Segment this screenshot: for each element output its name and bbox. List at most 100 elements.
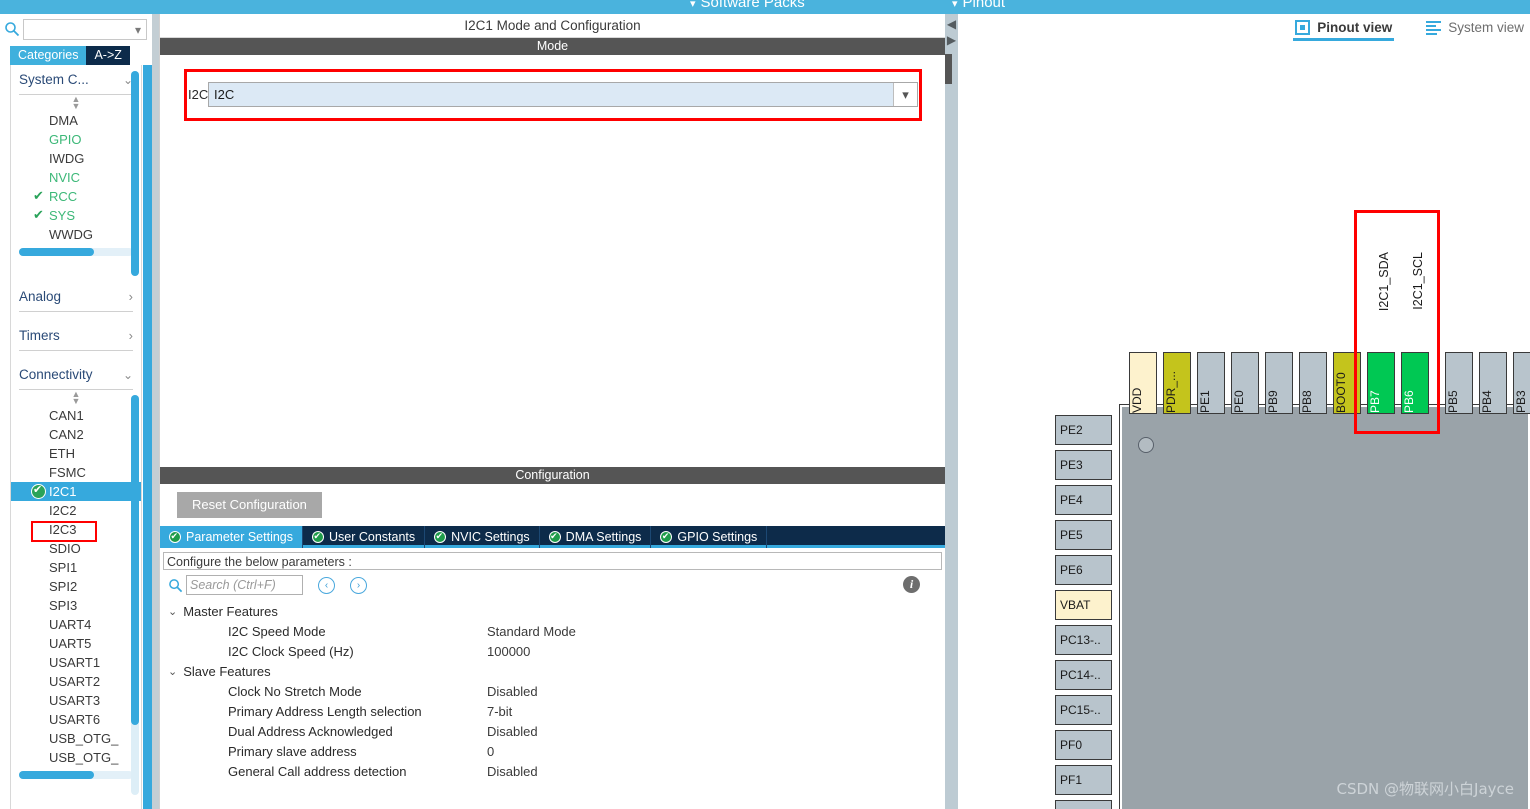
sidebar-item-i2c3-label: I2C3 (49, 522, 77, 537)
pin-pc15[interactable]: PC15-.. (1055, 695, 1112, 725)
sidebar-item-i2c1[interactable]: I2C1 (11, 482, 141, 501)
scroll-thumb[interactable] (131, 395, 139, 725)
sidebar-item-spi1[interactable]: SPI1 (11, 558, 141, 577)
pin-pb3[interactable]: PB3 (1513, 352, 1530, 414)
sidebar-vscrollbar-system-core[interactable] (131, 71, 139, 276)
sidebar-group-system-core[interactable]: System C... ⌄ (19, 65, 133, 95)
pin-pb4[interactable]: PB4 (1479, 352, 1507, 414)
param-row[interactable]: I2C Speed Mode Standard Mode (160, 622, 945, 642)
pin-pe4[interactable]: PE4 (1055, 485, 1112, 515)
pin-pe3[interactable]: PE3 (1055, 450, 1112, 480)
sidebar-item-usart3[interactable]: USART3 (11, 691, 141, 710)
tab-gpio-settings[interactable]: GPIO Settings (651, 526, 768, 548)
parameter-search-input[interactable]: Search (Ctrl+F) (186, 575, 303, 595)
param-group-master-features[interactable]: ⌄ Master Features (160, 602, 945, 622)
sidebar-group-connectivity-label: Connectivity (19, 367, 93, 382)
sidebar-group-analog-label: Analog (19, 289, 62, 304)
sidebar-group-analog[interactable]: Analog › (19, 282, 133, 312)
splitter-expand-right-icon[interactable]: ▶ (946, 32, 957, 48)
scroll-thumb[interactable] (19, 248, 95, 256)
param-row[interactable]: I2C Clock Speed (Hz) 100000 (160, 642, 945, 662)
search-next-button[interactable]: › (350, 576, 367, 594)
param-value: Disabled (487, 684, 538, 699)
pin-pb6[interactable]: PB6 (1401, 352, 1429, 414)
sidebar-tab-a-to-z[interactable]: A->Z (86, 46, 130, 65)
sidebar-tab-categories[interactable]: Categories (10, 46, 87, 65)
reset-configuration-button[interactable]: Reset Configuration (177, 492, 322, 518)
sidebar-item-nvic[interactable]: NVIC (11, 168, 141, 187)
sidebar-scroll-spinner[interactable]: ▲ ▼ (11, 95, 141, 111)
pin-pf1[interactable]: PF1 (1055, 765, 1112, 795)
i2c-mode-dropdown[interactable]: I2C ▾ (208, 82, 918, 107)
sidebar-group-connectivity[interactable]: Connectivity ⌄ (19, 360, 133, 390)
sidebar-item-wwdg[interactable]: WWDG (11, 225, 141, 244)
sidebar-item-usart6[interactable]: USART6 (11, 710, 141, 729)
pin-pdr[interactable]: PDR_... (1163, 352, 1191, 414)
menu-pinout[interactable]: ▾ Pinout (952, 0, 1005, 11)
pin-pe1[interactable]: PE1 (1197, 352, 1225, 414)
param-row[interactable]: Clock No Stretch Mode Disabled (160, 682, 945, 702)
search-prev-button[interactable]: ‹ (318, 576, 335, 594)
sidebar-item-sdio[interactable]: SDIO (11, 539, 141, 558)
param-group-slave-features[interactable]: ⌄ Slave Features (160, 662, 945, 682)
sidebar-item-uart5[interactable]: UART5 (11, 634, 141, 653)
pin-pb7[interactable]: PB7 (1367, 352, 1395, 414)
pin-pe2[interactable]: PE2 (1055, 415, 1112, 445)
param-row[interactable]: General Call address detection Disabled (160, 762, 945, 782)
sidebar-item-can2[interactable]: CAN2 (11, 425, 141, 444)
pin-pb9[interactable]: PB9 (1265, 352, 1293, 414)
pin-pf2[interactable]: PF2 (1055, 800, 1112, 809)
sidebar-group-timers[interactable]: Timers › (19, 321, 133, 351)
param-row[interactable]: Dual Address Acknowledged Disabled (160, 722, 945, 742)
sidebar-item-i2c3[interactable]: I2C3 (11, 520, 141, 539)
param-row[interactable]: Primary Address Length selection 7-bit (160, 702, 945, 722)
sidebar-item-gpio[interactable]: GPIO (11, 130, 141, 149)
pin-pe6[interactable]: PE6 (1055, 555, 1112, 585)
sidebar-hscrollbar-connectivity[interactable] (19, 771, 133, 779)
sidebar-item-rcc[interactable]: ✔ RCC (11, 187, 141, 206)
sidebar-item-iwdg-label: IWDG (49, 151, 85, 166)
sidebar-item-i2c2[interactable]: I2C2 (11, 501, 141, 520)
sidebar-item-can1[interactable]: CAN1 (11, 406, 141, 425)
pin-pf0[interactable]: PF0 (1055, 730, 1112, 760)
scroll-thumb[interactable] (131, 71, 139, 276)
pin-pe5[interactable]: PE5 (1055, 520, 1112, 550)
tab-nvic-settings[interactable]: NVIC Settings (425, 526, 540, 548)
pin-vbat[interactable]: VBAT (1055, 590, 1112, 620)
pin-pb5[interactable]: PB5 (1445, 352, 1473, 414)
sidebar-item-fsmc[interactable]: FSMC (11, 463, 141, 482)
pin-boot0[interactable]: BOOT0 (1333, 352, 1361, 414)
splitter-handle[interactable] (945, 54, 952, 84)
chevron-down-icon[interactable]: ▾ (135, 23, 141, 37)
param-row[interactable]: Primary slave address 0 (160, 742, 945, 762)
sidebar-item-usart1[interactable]: USART1 (11, 653, 141, 672)
info-icon[interactable]: i (903, 576, 920, 593)
pin-pb8[interactable]: PB8 (1299, 352, 1327, 414)
sidebar-vscrollbar-connectivity[interactable] (131, 395, 139, 795)
pin-pe0[interactable]: PE0 (1231, 352, 1259, 414)
sidebar-search-input[interactable]: ▾ (23, 18, 147, 40)
tab-dma-settings[interactable]: DMA Settings (540, 526, 652, 548)
scroll-thumb[interactable] (19, 771, 95, 779)
pin-pc13[interactable]: PC13-.. (1055, 625, 1112, 655)
sidebar-item-dma[interactable]: DMA (11, 111, 141, 130)
pin-vdd[interactable]: VDD (1129, 352, 1157, 414)
sidebar-hscrollbar-system-core[interactable] (19, 248, 133, 256)
sidebar-item-eth[interactable]: ETH (11, 444, 141, 463)
sidebar-scroll-spinner-connectivity[interactable]: ▲ ▼ (11, 390, 141, 406)
splitter-collapse-left-icon[interactable]: ◀ (946, 16, 957, 32)
sidebar-item-usb-otg-1[interactable]: USB_OTG_ (11, 729, 141, 748)
sidebar-item-usart2[interactable]: USART2 (11, 672, 141, 691)
tab-user-constants[interactable]: User Constants (303, 526, 426, 548)
sidebar-item-spi3[interactable]: SPI3 (11, 596, 141, 615)
pin-pc14[interactable]: PC14-.. (1055, 660, 1112, 690)
sidebar-item-sys[interactable]: ✔ SYS (11, 206, 141, 225)
sidebar-item-uart4[interactable]: UART4 (11, 615, 141, 634)
chevron-down-icon[interactable]: ▾ (893, 83, 917, 106)
menu-software-packs[interactable]: ▾ Software Packs (690, 0, 805, 11)
panel-splitter[interactable]: ◀ ▶ (945, 14, 958, 809)
sidebar-item-usb-otg-2[interactable]: USB_OTG_ (11, 748, 141, 767)
sidebar-item-spi2[interactable]: SPI2 (11, 577, 141, 596)
sidebar-item-iwdg[interactable]: IWDG (11, 149, 141, 168)
tab-parameter-settings[interactable]: Parameter Settings (160, 526, 303, 548)
